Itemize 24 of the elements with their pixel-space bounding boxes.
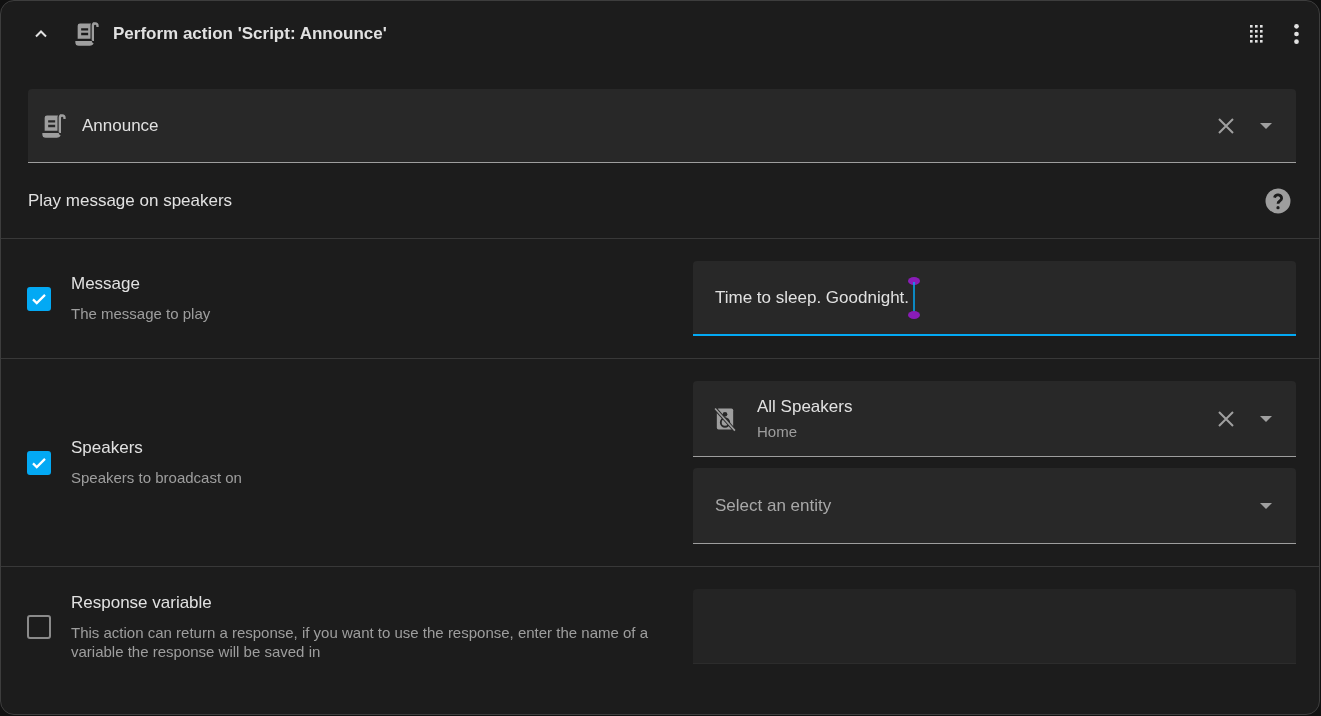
- action-title: Perform action 'Script: Announce': [113, 24, 387, 44]
- field-label: Speakers: [71, 438, 144, 458]
- scroll-icon: [73, 20, 101, 48]
- field-label: Response variable: [71, 592, 213, 613]
- field-label: Message: [71, 274, 141, 294]
- checkbox[interactable]: [27, 450, 51, 475]
- entity-name: All Speakers: [757, 397, 853, 417]
- entity-select[interactable]: Select an entity: [693, 468, 1296, 544]
- text-field[interactable]: Time to sleep. Goodnight.: [693, 261, 1296, 336]
- kebab-menu-icon: [1294, 24, 1299, 44]
- caret-icon: [1260, 415, 1272, 422]
- action-description: Play message on speakers: [28, 190, 233, 211]
- scroll-icon: [40, 111, 68, 140]
- checkbox[interactable]: [27, 614, 51, 639]
- checkbox[interactable]: [27, 286, 51, 311]
- caret-icon: [1260, 502, 1272, 509]
- action-picker[interactable]: Announce: [28, 89, 1296, 163]
- caret-icon: [1260, 122, 1272, 129]
- entity-picker[interactable]: All Speakers Home: [693, 381, 1296, 457]
- field-description: The message to play: [71, 304, 212, 323]
- field-description: Speakers to broadcast on: [71, 468, 243, 487]
- text-cursor-icon: [907, 275, 922, 320]
- entity-area: Home: [757, 423, 853, 440]
- field-description: This action can return a response, if you want to use the response, enter the name of a variable the response will be saved in: [71, 622, 649, 661]
